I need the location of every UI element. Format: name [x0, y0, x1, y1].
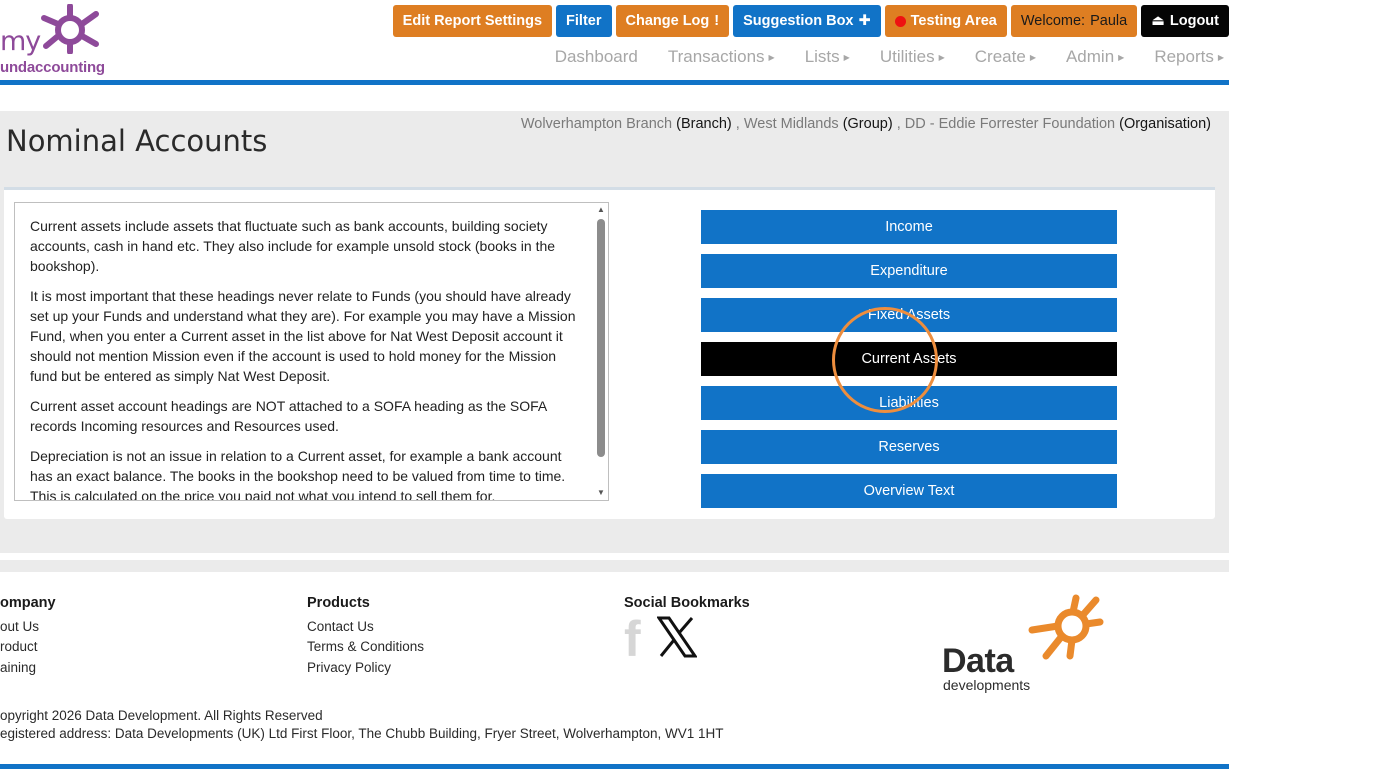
scroll-thumb[interactable] [597, 219, 605, 457]
nav-transactions[interactable]: Transactions ▶ [668, 47, 775, 67]
edit-report-settings-label: Edit Report Settings [402, 13, 543, 29]
org-separator: , [896, 116, 901, 132]
change-log-label: Change Log [625, 13, 710, 29]
data-developments-star-icon [1028, 594, 1104, 660]
suggestion-box-label: Suggestion Box [743, 13, 854, 29]
caret-right-icon: ▶ [1029, 52, 1036, 62]
logo-text-my: my [0, 26, 41, 57]
edit-report-settings-button[interactable]: Edit Report Settings [392, 5, 553, 37]
logout-button[interactable]: ⏏ Logout [1141, 5, 1229, 37]
site-footer: ompany out Us roduct aining Products Con… [0, 572, 1229, 764]
nav-dashboard[interactable]: Dashboard [555, 47, 638, 67]
nav-reports-label: Reports [1154, 47, 1214, 66]
logout-label: Logout [1169, 13, 1219, 29]
logout-icon: ⏏ [1151, 13, 1165, 29]
help-text-box[interactable]: Current assets include assets that fluct… [14, 202, 609, 501]
exclamation-icon: ! [714, 13, 720, 29]
scroll-up-arrow-icon[interactable]: ▲ [596, 205, 606, 215]
testing-area-label: Testing Area [910, 13, 997, 29]
footer-social-heading: Social Bookmarks [624, 595, 750, 611]
footer-company-heading: ompany [0, 595, 56, 611]
account-category-list: Income Expenditure Fixed Assets Current … [701, 210, 1117, 518]
nav-dashboard-label: Dashboard [554, 47, 638, 66]
caret-right-icon: ▶ [768, 52, 775, 62]
caret-right-icon: ▶ [1217, 52, 1224, 62]
group-name: West Midlands [743, 116, 839, 132]
nav-admin-label: Admin [1065, 47, 1115, 66]
branch-name: Wolverhampton Branch [520, 116, 673, 132]
fund-star-logo-icon [41, 4, 99, 54]
nav-create-label: Create [974, 47, 1026, 66]
plus-icon: ✚ [858, 13, 871, 29]
organisation-name: DD - Eddie Forrester Foundation [904, 116, 1116, 132]
footer-training-link[interactable]: aining [0, 660, 36, 675]
org-separator: , [735, 116, 740, 132]
branch-tag: (Branch) [676, 116, 732, 132]
category-reserves-button[interactable]: Reserves [701, 430, 1117, 464]
nominal-accounts-panel: Current assets include assets that fluct… [4, 187, 1215, 519]
page-title: Nominal Accounts [6, 124, 268, 158]
top-action-bar: Edit Report Settings Filter Change Log !… [392, 5, 1229, 37]
nav-lists-label: Lists [804, 47, 840, 66]
data-developments-logo[interactable]: Data developments [942, 594, 1112, 694]
help-text-content: Current assets include assets that fluct… [30, 216, 580, 501]
filter-label: Filter [566, 13, 602, 29]
help-paragraph: Current asset account headings are NOT a… [30, 398, 547, 434]
scroll-down-arrow-icon[interactable]: ▼ [596, 488, 606, 498]
footer-privacy-link[interactable]: Privacy Policy [307, 660, 391, 675]
suggestion-box-button[interactable]: Suggestion Box ✚ [733, 5, 881, 37]
footer-registered-address: egistered address: Data Developments (UK… [0, 726, 724, 741]
footer-about-us-link[interactable]: out Us [0, 619, 39, 634]
footer-contact-us-link[interactable]: Contact Us [307, 619, 374, 634]
red-dot-icon [894, 15, 906, 27]
nav-lists[interactable]: Lists ▶ [805, 47, 850, 67]
main-content: Nominal Accounts Wolverhampton Branch (B… [0, 111, 1229, 553]
x-logo-icon[interactable] [657, 616, 697, 658]
category-fixed-assets-button[interactable]: Fixed Assets [701, 298, 1117, 332]
help-paragraph: It is most important that these headings… [30, 288, 576, 384]
main-navigation: Dashboard Transactions ▶ Lists ▶ Utiliti… [555, 47, 1224, 67]
help-text-scrollbar[interactable]: ▲ ▼ [596, 205, 606, 498]
caret-right-icon: ▶ [843, 52, 850, 62]
category-liabilities-button[interactable]: Liabilities [701, 386, 1117, 420]
footer-copyright: opyright 2026 Data Development. All Righ… [0, 708, 323, 723]
nav-admin[interactable]: Admin ▶ [1066, 47, 1124, 67]
group-tag: (Group) [842, 116, 893, 132]
help-paragraph: Current assets include assets that fluct… [30, 218, 556, 274]
nav-utilities[interactable]: Utilities ▶ [880, 47, 945, 67]
caret-right-icon: ▶ [938, 52, 945, 62]
footer-separator [0, 560, 1229, 572]
footer-products-heading: Products [307, 595, 370, 611]
organisation-breadcrumb: Wolverhampton Branch (Branch) , West Mid… [521, 116, 1211, 132]
category-expenditure-button[interactable]: Expenditure [701, 254, 1117, 288]
caret-right-icon: ▶ [1118, 52, 1125, 62]
footer-bottom-divider [0, 764, 1229, 769]
nav-reports[interactable]: Reports ▶ [1154, 47, 1224, 67]
brand-text-data: Data [942, 642, 1014, 680]
welcome-username: Paula [1090, 13, 1128, 29]
welcome-label: Welcome: [1020, 13, 1086, 29]
nav-create[interactable]: Create ▶ [975, 47, 1036, 67]
category-current-assets-button[interactable]: Current Assets [701, 342, 1117, 376]
welcome-user-badge[interactable]: Welcome: Paula [1010, 5, 1138, 37]
filter-button[interactable]: Filter [556, 5, 612, 37]
category-overview-text-button[interactable]: Overview Text [701, 474, 1117, 508]
nav-utilities-label: Utilities [879, 47, 935, 66]
footer-product-link[interactable]: roduct [0, 639, 38, 654]
testing-area-button[interactable]: Testing Area [884, 5, 1007, 37]
footer-terms-link[interactable]: Terms & Conditions [307, 639, 424, 654]
change-log-button[interactable]: Change Log ! [615, 5, 730, 37]
category-income-button[interactable]: Income [701, 210, 1117, 244]
site-logo[interactable]: my undaccounting [0, 0, 110, 80]
organisation-tag: (Organisation) [1119, 116, 1211, 132]
brand-text-developments: developments [943, 677, 1031, 693]
facebook-icon[interactable]: f [624, 614, 641, 664]
help-paragraph: Depreciation is not an issue in relation… [30, 448, 566, 501]
header-divider [0, 80, 1229, 85]
logo-text-fundaccounting: undaccounting [0, 59, 105, 76]
nav-transactions-label: Transactions [667, 47, 765, 66]
